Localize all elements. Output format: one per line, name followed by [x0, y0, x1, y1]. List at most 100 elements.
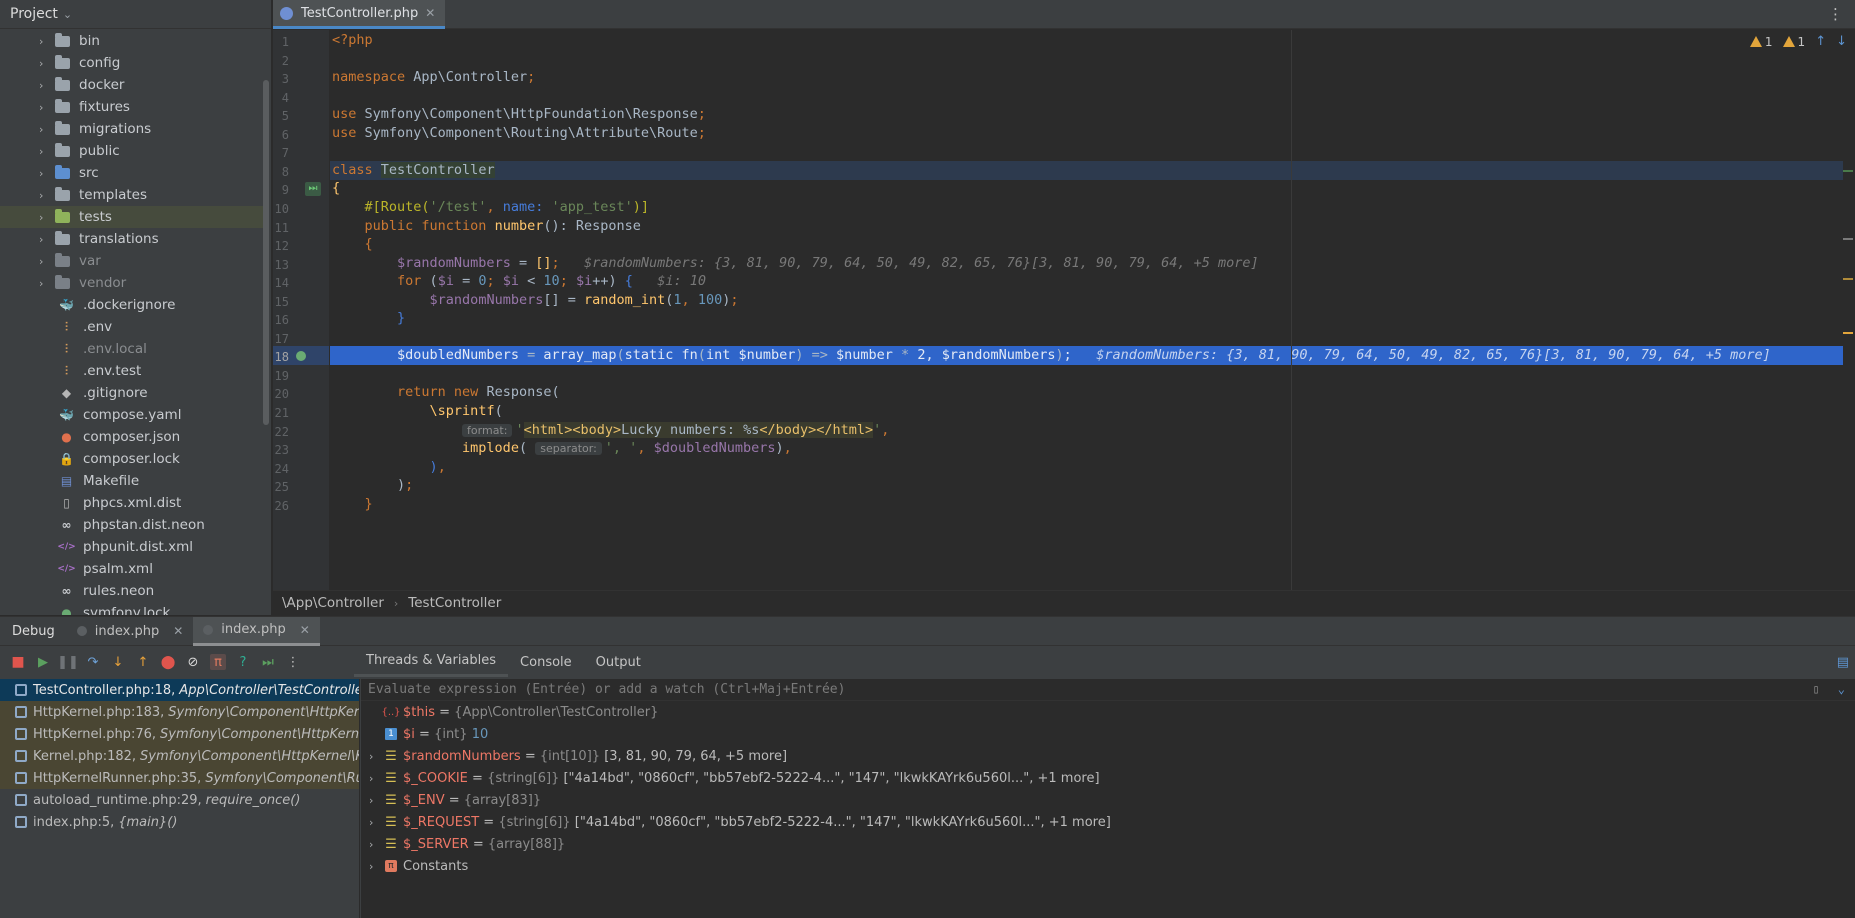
- code-line[interactable]: {: [330, 179, 1855, 198]
- chevron-right-icon[interactable]: ›: [39, 233, 55, 246]
- line-number[interactable]: 17: [273, 332, 289, 346]
- line-number[interactable]: 14: [273, 276, 289, 290]
- tree-item[interactable]: › migrations: [0, 118, 263, 140]
- project-title[interactable]: Project: [10, 6, 58, 22]
- chevron-right-icon[interactable]: ›: [39, 123, 55, 136]
- chevron-down-icon[interactable]: ⌄: [1838, 682, 1845, 696]
- editor-tab-testcontroller[interactable]: TestController.php ✕: [273, 0, 446, 29]
- tree-item[interactable]: › docker: [0, 74, 263, 96]
- more-options-icon[interactable]: ⋮: [285, 654, 301, 670]
- code-line[interactable]: }: [330, 495, 1855, 514]
- stack-frame[interactable]: HttpKernel.php:183, Symfony\Component\Htt…: [0, 701, 359, 723]
- line-number[interactable]: 4: [273, 91, 289, 105]
- tree-item[interactable]: › bin: [0, 30, 263, 52]
- inspection-widget[interactable]: 1 1 ↑ ↓: [1749, 34, 1847, 49]
- line-number[interactable]: 6: [273, 128, 289, 142]
- chevron-right-icon[interactable]: ›: [39, 167, 55, 180]
- run-to-line-icon[interactable]: ⏭: [305, 182, 321, 197]
- line-number[interactable]: 23: [273, 443, 289, 457]
- more-options-icon[interactable]: ⋮: [1828, 5, 1843, 23]
- chevron-right-icon[interactable]: ›: [39, 277, 55, 290]
- help-icon[interactable]: ?: [235, 654, 251, 670]
- tree-item[interactable]: › fixtures: [0, 96, 263, 118]
- stop-icon[interactable]: ■: [10, 654, 26, 670]
- tree-item[interactable]: › translations: [0, 228, 263, 250]
- previous-highlight-icon[interactable]: ↑: [1815, 34, 1826, 49]
- line-number[interactable]: 15: [273, 295, 289, 309]
- debug-session-tab[interactable]: index.php ✕: [67, 617, 194, 646]
- tree-item[interactable]: › var: [0, 250, 263, 272]
- tree-item[interactable]: ∞ phpstan.dist.neon: [0, 514, 263, 536]
- line-number[interactable]: 7: [273, 146, 289, 160]
- chevron-right-icon[interactable]: ›: [39, 79, 55, 92]
- chevron-right-icon[interactable]: ›: [39, 101, 55, 114]
- tree-item[interactable]: 🐳 compose.yaml: [0, 404, 263, 426]
- variable-row[interactable]: › ☰ $randomNumbers = {int[10]} [3, 81, 90,…: [361, 745, 1855, 767]
- line-number[interactable]: 25: [273, 480, 289, 494]
- chevron-right-icon[interactable]: ›: [369, 794, 373, 807]
- run-to-cursor-icon[interactable]: ⏭: [260, 654, 276, 670]
- stack-frame[interactable]: autoload_runtime.php:29, require_once(): [0, 789, 359, 811]
- tree-item[interactable]: › src: [0, 162, 263, 184]
- tab-console[interactable]: Console: [508, 647, 584, 677]
- close-icon[interactable]: ✕: [173, 624, 183, 638]
- code-line[interactable]: namespace App\Controller;: [330, 68, 1855, 87]
- chevron-right-icon[interactable]: ›: [39, 35, 55, 48]
- line-number[interactable]: 21: [273, 406, 289, 420]
- code-line[interactable]: [330, 50, 1855, 69]
- code-line[interactable]: format: '<html><body>Lucky numbers: %s</b…: [330, 421, 1855, 440]
- breadcrumb-namespace[interactable]: \App\Controller: [282, 595, 384, 611]
- code-line[interactable]: implode( separator: ', ', $doubledNumbers…: [330, 439, 1855, 458]
- code-line[interactable]: }: [330, 309, 1855, 328]
- layout-settings-icon[interactable]: ▤: [1837, 655, 1849, 670]
- tree-item[interactable]: ▯ phpcs.xml.dist: [0, 492, 263, 514]
- code-line[interactable]: \sprintf(: [330, 402, 1855, 421]
- code-line[interactable]: ),: [330, 458, 1855, 477]
- stack-frame[interactable]: HttpKernel.php:76, Symfony\Component\Http…: [0, 723, 359, 745]
- next-highlight-icon[interactable]: ↓: [1836, 34, 1847, 49]
- resume-icon[interactable]: ▶: [35, 654, 51, 670]
- variable-row[interactable]: › ☰ $_ENV = {array[83]}: [361, 789, 1855, 811]
- tree-item[interactable]: ▤ Makefile: [0, 470, 263, 492]
- tab-output[interactable]: Output: [584, 647, 653, 677]
- chevron-down-icon[interactable]: ⌄: [63, 8, 72, 21]
- editor-scrollbar[interactable]: [1843, 30, 1855, 590]
- editor-gutter[interactable]: 1 2 3 4 5 6 7 8 9 10 11 12 13 14 15 16 17 18 19 20 21 22 23 24 2…: [273, 30, 329, 590]
- line-number[interactable]: 8: [273, 165, 289, 179]
- code-line[interactable]: {: [330, 235, 1855, 254]
- variable-row[interactable]: 1 $i = {int} 10: [361, 723, 1855, 745]
- code-editor[interactable]: <?php namespace App\Controller; use Symfon…: [330, 30, 1855, 590]
- chevron-right-icon[interactable]: ›: [369, 816, 373, 829]
- line-number[interactable]: 19: [273, 369, 289, 383]
- line-number[interactable]: 1: [273, 35, 289, 49]
- code-line[interactable]: [330, 142, 1855, 161]
- code-line[interactable]: public function number(): Response: [330, 217, 1855, 236]
- line-number[interactable]: 3: [273, 72, 289, 86]
- variable-row[interactable]: › ☰ $_REQUEST = {string[6]} ["4a14bd", "08…: [361, 811, 1855, 833]
- tree-item[interactable]: ⫶ .env: [0, 316, 263, 338]
- chevron-right-icon[interactable]: ›: [39, 189, 55, 202]
- step-over-icon[interactable]: ↷: [85, 654, 101, 670]
- step-out-icon[interactable]: ↑: [135, 654, 151, 670]
- line-number[interactable]: 16: [273, 313, 289, 327]
- chevron-right-icon[interactable]: ›: [39, 57, 55, 70]
- breadcrumb-class[interactable]: TestController: [408, 595, 501, 611]
- view-breakpoints-icon[interactable]: ⬤: [160, 654, 176, 670]
- step-into-icon[interactable]: ↓: [110, 654, 126, 670]
- debug-session-tab-active[interactable]: index.php ✕: [193, 616, 320, 646]
- tree-item[interactable]: › templates: [0, 184, 263, 206]
- code-line[interactable]: class TestController: [330, 160, 1855, 180]
- tree-item[interactable]: </> psalm.xml: [0, 558, 263, 580]
- code-line[interactable]: <?php: [330, 31, 1855, 50]
- line-number[interactable]: 5: [273, 109, 289, 123]
- line-number[interactable]: 11: [273, 221, 289, 235]
- variable-row[interactable]: › ☰ $_SERVER = {array[88]}: [361, 833, 1855, 855]
- tree-item[interactable]: ● symfony.lock: [0, 602, 263, 615]
- code-line[interactable]: );: [330, 476, 1855, 495]
- chevron-right-icon[interactable]: ›: [39, 255, 55, 268]
- tree-item[interactable]: › tests: [0, 206, 263, 228]
- tree-item[interactable]: › vendor: [0, 272, 263, 294]
- line-number[interactable]: 12: [273, 239, 289, 253]
- tree-item[interactable]: ∞ rules.neon: [0, 580, 263, 602]
- line-number[interactable]: 13: [273, 258, 289, 272]
